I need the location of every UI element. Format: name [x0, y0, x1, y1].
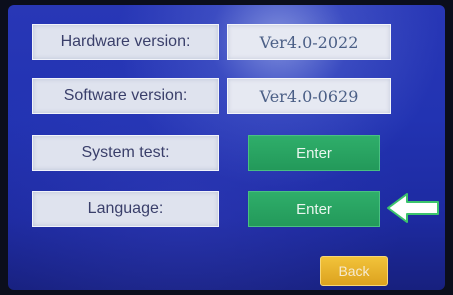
language-label: Language: — [32, 191, 219, 227]
back-button[interactable]: Back — [320, 256, 388, 286]
system-test-enter-button[interactable]: Enter — [248, 135, 380, 171]
language-enter-button[interactable]: Enter — [248, 191, 380, 227]
hardware-version-label: Hardware version: — [32, 24, 219, 60]
hardware-version-value: Ver4.0-2022 — [227, 24, 391, 60]
software-version-value: Ver4.0-0629 — [227, 78, 391, 114]
device-screen: Hardware version: Ver4.0-2022 Software v… — [8, 5, 445, 290]
arrow-left-icon — [387, 193, 439, 223]
system-test-label: System test: — [32, 135, 219, 171]
software-version-label: Software version: — [32, 78, 219, 114]
